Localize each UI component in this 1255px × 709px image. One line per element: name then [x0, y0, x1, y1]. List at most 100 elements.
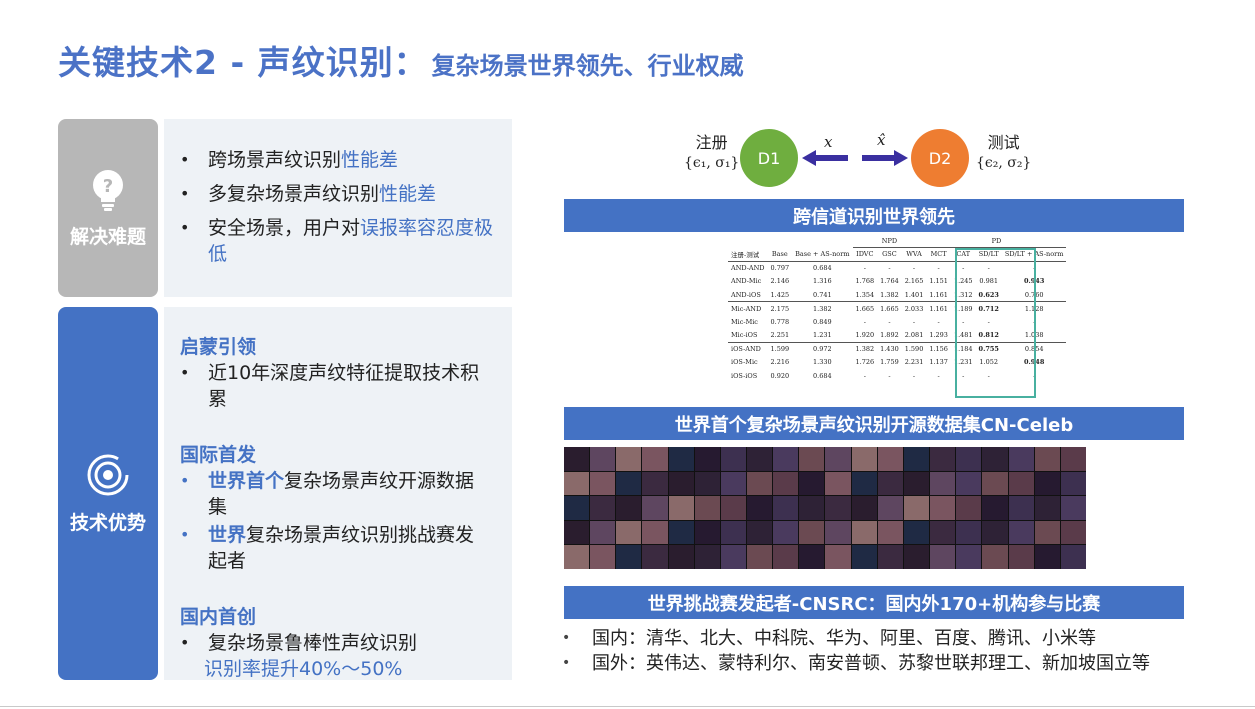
mosaic-tile [642, 545, 668, 569]
mosaic-tile [799, 520, 825, 545]
mosaic-tile [694, 447, 720, 471]
mosaic-tile [642, 496, 668, 520]
list-item: 安全场景，用户对误报率容忍度极低 [164, 215, 494, 267]
mosaic-tile [773, 520, 799, 545]
table-cell: - [912, 317, 916, 326]
mosaic-tile [1008, 471, 1034, 496]
mosaic-tile [1034, 496, 1060, 520]
advantages-label: 技术优势 [69, 512, 146, 534]
mosaic-tile [825, 496, 851, 520]
table-cell: 1.768 [855, 277, 875, 286]
table-cell: 1.161 [926, 301, 951, 315]
table-cell: 2.081 [904, 331, 924, 339]
table-cell: 1.599 [767, 341, 793, 356]
mosaic-tile [956, 447, 982, 471]
mosaic-tile [982, 496, 1008, 520]
table-cell: 0.797 [770, 264, 790, 272]
table-cell: - [937, 317, 940, 326]
section-heading: 启蒙引领 [180, 336, 257, 358]
mosaic-tile [720, 545, 747, 569]
mosaic-tile [825, 545, 851, 569]
table-cell: 1.316 [813, 277, 832, 286]
mosaic-tile [930, 471, 956, 496]
mosaic-tile [982, 520, 1008, 545]
table-header-cell: GSC [877, 247, 902, 262]
list-item: 近10年深度声纹特征提取技术积累 [164, 360, 484, 412]
mosaic-tile [747, 447, 773, 471]
table-cell: iOS-Mic [731, 358, 758, 367]
lightbulb-question-icon: ? [93, 169, 123, 211]
table-cell: 1.293 [929, 331, 948, 339]
mosaic-tile [720, 447, 747, 471]
mosaic-tile [1060, 447, 1086, 471]
table-cell: 1.759 [880, 358, 899, 367]
table-cell: 1.665 [877, 301, 902, 315]
table-cell: 2.216 [770, 358, 790, 367]
mosaic-tile [877, 496, 903, 520]
mosaic-tile [590, 545, 616, 569]
mosaic-tile [694, 545, 720, 569]
mosaic-tile [668, 545, 694, 569]
mosaic-tile [668, 447, 694, 471]
mosaic-tile [1060, 496, 1086, 520]
mosaic-tile [590, 447, 616, 471]
mosaic-tile [616, 496, 642, 520]
mosaic-tile [799, 545, 825, 569]
table-header-cell: Base + AS-norm [792, 247, 853, 262]
table-cell: 1.892 [880, 331, 899, 339]
dataset-banner: 世界首个复杂场景声纹识别开源数据集CN-Celeb [564, 407, 1184, 440]
mosaic-tile [642, 471, 668, 496]
table-cell: 2.165 [904, 277, 924, 286]
mosaic-tile [903, 520, 930, 545]
mosaic-tile [851, 447, 877, 471]
mosaic-tile [773, 447, 799, 471]
table-cell: 1.382 [880, 290, 899, 299]
left-arrow-icon [802, 150, 848, 166]
mosaic-tile [982, 545, 1008, 569]
mosaic-tile [1060, 471, 1086, 496]
cross-channel-banner: 跨信道识别世界领先 [564, 199, 1184, 232]
table-cell: 1.401 [904, 290, 924, 299]
table-cell: 0.684 [813, 264, 832, 272]
list-item: 国内：清华、北大、中科院、华为、阿里、百度、腾讯、小米等 [562, 626, 1150, 651]
mosaic-tile [930, 545, 956, 569]
mosaic-tile [956, 520, 982, 545]
mosaic-tile [747, 545, 773, 569]
table-cell: 2.033 [901, 301, 927, 315]
mosaic-tile [1008, 545, 1034, 569]
mosaic-tile [590, 496, 616, 520]
footer-divider [0, 706, 1255, 707]
group-npd: NPD [852, 234, 927, 248]
mosaic-tile [1060, 520, 1086, 545]
mosaic-tile [694, 520, 720, 545]
test-label: 测试 {ϵ₂, σ₂} [976, 133, 1032, 171]
problems-label: 解决难题 [69, 225, 146, 248]
table-cell: 1.231 [813, 331, 832, 339]
table-cell: - [937, 264, 940, 272]
table-cell: 1.156 [926, 341, 951, 356]
mosaic-tile [903, 447, 930, 471]
mosaic-tile [1034, 447, 1060, 471]
table-cell: 1.726 [855, 358, 875, 367]
mosaic-tile [616, 545, 642, 569]
orgs-list: 国内：清华、北大、中科院、华为、阿里、百度、腾讯、小米等 国外：英伟达、蒙特利尔… [562, 626, 1150, 676]
mosaic-tile [1034, 471, 1060, 496]
mosaic-tile [564, 496, 590, 520]
var-x-hat: x̂ [877, 131, 886, 149]
mosaic-tile [903, 545, 930, 569]
mosaic-tile [747, 520, 773, 545]
table-cell: - [888, 264, 891, 272]
mosaic-tile [720, 520, 747, 545]
mosaic-tile [956, 496, 982, 520]
mosaic-tile [930, 520, 956, 545]
advantages-card: 启蒙引领 近10年深度声纹特征提取技术积累 国际首发 世界首个复杂场景声纹开源数… [164, 307, 512, 680]
list-item: 国外：英伟达、蒙特利尔、南安普顿、苏黎世联邦理工、新加坡国立等 [562, 651, 1150, 676]
mosaic-tile [799, 496, 825, 520]
table-cell: 1.764 [880, 277, 899, 286]
mosaic-tile [642, 520, 668, 545]
mosaic-tile [773, 471, 799, 496]
mosaic-tile [668, 520, 694, 545]
mosaic-tile [930, 496, 956, 520]
table-cell: 2.251 [770, 331, 790, 339]
table-cell: 1.425 [770, 290, 790, 299]
